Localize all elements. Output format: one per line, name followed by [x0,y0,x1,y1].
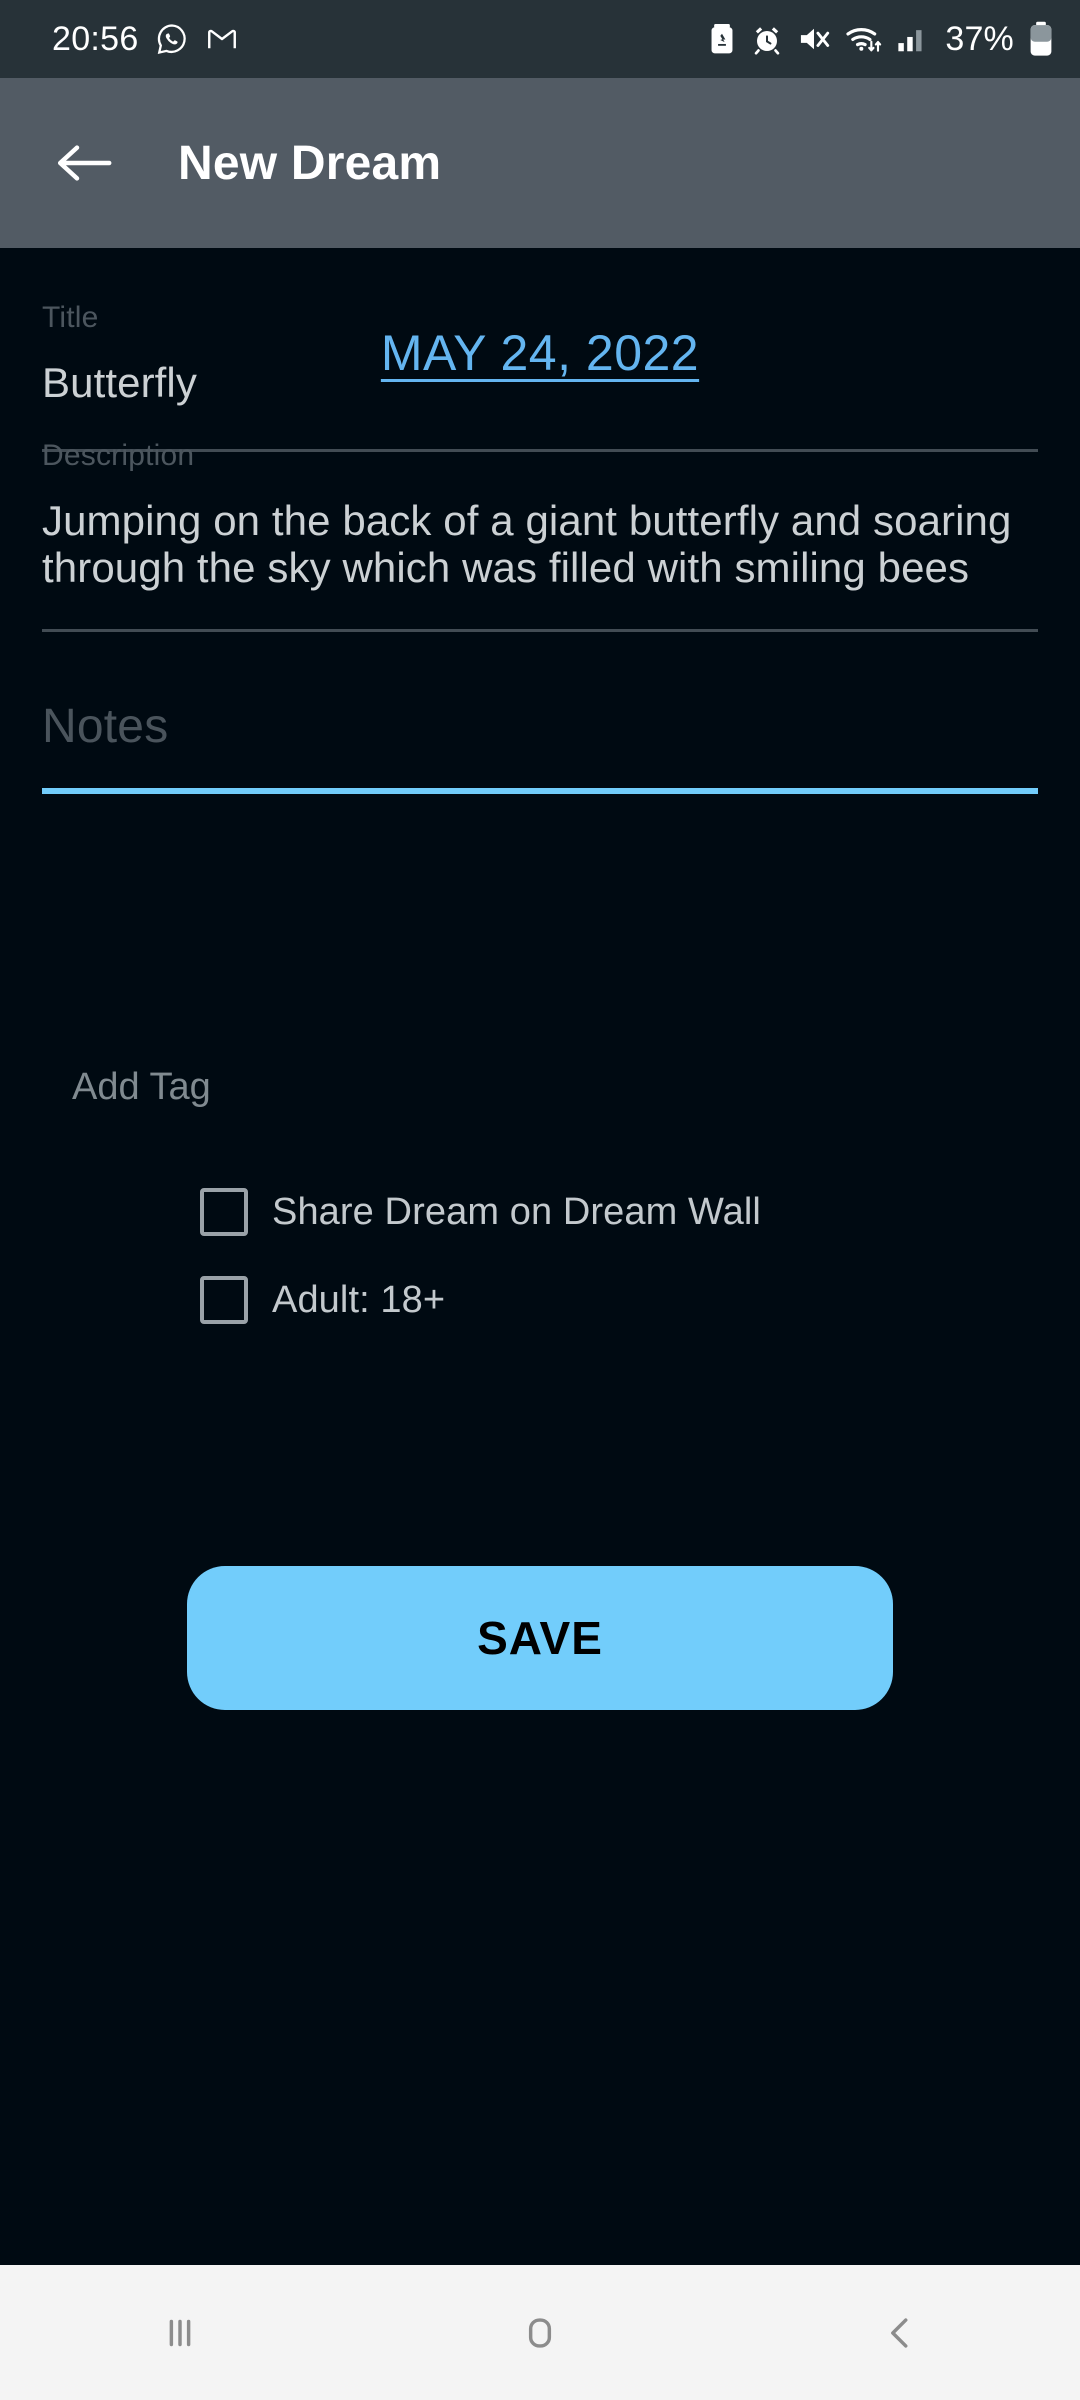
description-input[interactable]: Jumping on the back of a giant butterfly… [42,497,1038,591]
adult-checkbox[interactable] [200,1276,248,1324]
battery-saver-icon [707,22,737,56]
checkbox-group: Share Dream on Dream Wall Adult: 18+ [200,1188,761,1324]
phone-screen: 20:56 37% New Dream MAY 24, 2022 Title B… [0,0,1080,2400]
notes-divider [42,788,1038,794]
adult-checkbox-row[interactable]: Adult: 18+ [200,1276,761,1324]
add-tag-input[interactable]: Add Tag [72,1066,211,1109]
back-arrow-icon[interactable] [52,131,116,195]
title-label: Title [42,301,99,334]
description-label: Description [42,439,195,472]
title-field-group: Title Butterfly [42,301,1038,452]
notes-field-group: Notes [42,699,1038,794]
alarm-clock-icon [751,23,783,55]
save-button[interactable]: SAVE [187,1566,893,1710]
battery-percent-label: 37% [945,19,1014,58]
form-content: MAY 24, 2022 Title Butterfly Description… [0,248,1080,2265]
cellular-signal-icon [897,24,927,54]
share-dream-label: Share Dream on Dream Wall [272,1190,761,1233]
battery-icon [1028,21,1054,57]
gmail-icon [205,22,239,56]
description-field-group: Description Jumping on the back of a gia… [42,439,1038,633]
system-nav-bar [0,2265,1080,2400]
wifi-data-icon [845,23,883,55]
status-bar-right: 37% [707,20,1054,59]
home-button-icon[interactable] [470,2283,610,2383]
description-divider [42,629,1038,633]
recents-button-icon[interactable] [110,2283,250,2383]
page-title: New Dream [178,136,442,190]
app-bar: New Dream [0,78,1080,248]
title-input[interactable]: Butterfly [42,359,1038,407]
status-bar: 20:56 37% [0,0,1080,78]
volume-mute-icon [797,24,831,54]
status-bar-left: 20:56 [52,20,239,59]
whatsapp-icon [155,22,189,56]
share-dream-checkbox-row[interactable]: Share Dream on Dream Wall [200,1188,761,1236]
back-button-icon[interactable] [830,2283,970,2383]
adult-label: Adult: 18+ [272,1278,446,1321]
status-clock: 20:56 [52,19,139,58]
share-dream-checkbox[interactable] [200,1188,248,1236]
notes-input[interactable]: Notes [42,699,1038,754]
